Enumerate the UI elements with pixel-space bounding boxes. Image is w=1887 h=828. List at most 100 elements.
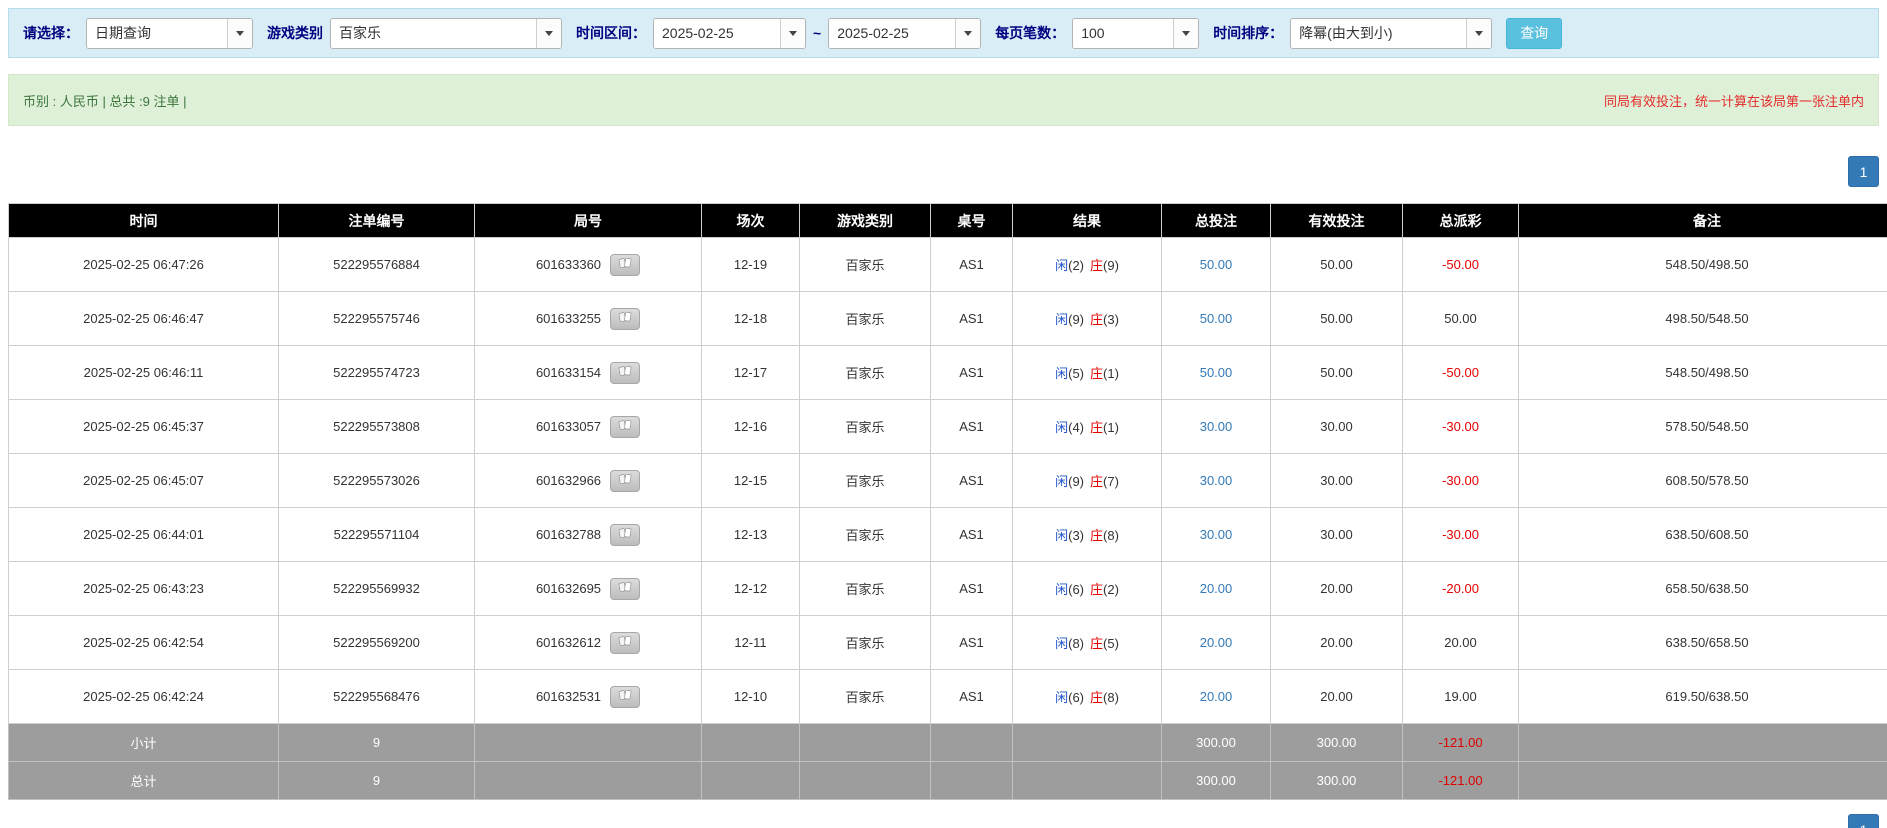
total-bet-link[interactable]: 30.00: [1200, 419, 1233, 434]
time-sort-input[interactable]: [1291, 19, 1466, 48]
cell-total-bet: 30.00: [1162, 508, 1271, 562]
round-number: 601633154: [536, 365, 601, 380]
result-player: 闲(4): [1055, 420, 1084, 435]
cell-round: 601633255: [475, 292, 702, 346]
cell-table-number: AS1: [931, 562, 1013, 616]
query-type-dropdown-button[interactable]: [227, 19, 252, 48]
cell-valid-bet: 20.00: [1271, 616, 1403, 670]
view-cards-button[interactable]: [610, 362, 640, 384]
cell-bet-id: 522295568476: [279, 670, 475, 724]
cards-icon: [617, 473, 633, 489]
cell-valid-bet: 30.00: [1271, 454, 1403, 508]
cell-game-category: 百家乐: [800, 508, 931, 562]
result-player: 闲(9): [1055, 474, 1084, 489]
cell-total-payout: -20.00: [1403, 562, 1519, 616]
cell-time: 2025-02-25 06:45:37: [9, 400, 279, 454]
total-bet-link[interactable]: 20.00: [1200, 635, 1233, 650]
game-category-input[interactable]: [331, 19, 536, 48]
cell-valid-bet: 30.00: [1271, 400, 1403, 454]
cell-round: 601632788: [475, 508, 702, 562]
page-1-button[interactable]: 1: [1848, 814, 1879, 828]
cell-session: 12-13: [702, 508, 800, 562]
table-header-row: 时间注单编号局号场次游戏类别桌号结果总投注有效投注总派彩备注: [9, 204, 1887, 238]
total-bet-link[interactable]: 50.00: [1200, 311, 1233, 326]
cell-game-category: 百家乐: [800, 400, 931, 454]
total-bet-link[interactable]: 30.00: [1200, 473, 1233, 488]
cell-total-bet: 30.00: [1162, 454, 1271, 508]
cell-table-number: AS1: [931, 616, 1013, 670]
cell-result: 闲(8)庄(5): [1013, 616, 1162, 670]
per-page-dropdown-button[interactable]: [1173, 19, 1198, 48]
cell-result: 闲(9)庄(3): [1013, 292, 1162, 346]
result-player: 闲(2): [1055, 258, 1084, 273]
date-to-picker: [828, 18, 981, 49]
game-category-dropdown-button[interactable]: [536, 19, 561, 48]
per-page-input[interactable]: [1073, 19, 1173, 48]
date-to-input[interactable]: [829, 19, 955, 48]
per-page-combobox: [1072, 18, 1199, 49]
cell-total-bet: 20.00: [1162, 670, 1271, 724]
cards-icon: [617, 689, 633, 705]
query-type-input[interactable]: [87, 19, 227, 48]
view-cards-button[interactable]: [610, 254, 640, 276]
cell-session: 12-10: [702, 670, 800, 724]
filter-bar: 请选择： 游戏类别 时间区间： ~ 每页笔数： 时间排序： 查询: [8, 8, 1879, 58]
round-number: 601633360: [536, 257, 601, 272]
column-header: 结果: [1013, 204, 1162, 238]
view-cards-button[interactable]: [610, 578, 640, 600]
cell-total-payout: -30.00: [1403, 508, 1519, 562]
cell-total-payout: -50.00: [1403, 346, 1519, 400]
date-from-input[interactable]: [654, 19, 780, 48]
subtotal-cell: 300.00: [1162, 724, 1271, 762]
view-cards-button[interactable]: [610, 524, 640, 546]
view-cards-button[interactable]: [610, 686, 640, 708]
total-bet-link[interactable]: 50.00: [1200, 365, 1233, 380]
subtotal-cell: [1013, 724, 1162, 762]
pagination-bottom: 1: [8, 814, 1879, 828]
per-page-label: 每页笔数：: [995, 23, 1065, 43]
date-to-dropdown-button[interactable]: [955, 19, 980, 48]
column-header: 注单编号: [279, 204, 475, 238]
cell-game-category: 百家乐: [800, 292, 931, 346]
round-number: 601632695: [536, 581, 601, 596]
result-player: 闲(6): [1055, 690, 1084, 705]
column-header: 总派彩: [1403, 204, 1519, 238]
total-cell: -121.00: [1403, 762, 1519, 800]
view-cards-button[interactable]: [610, 308, 640, 330]
cell-session: 12-12: [702, 562, 800, 616]
cell-round: 601632531: [475, 670, 702, 724]
total-bet-link[interactable]: 20.00: [1200, 581, 1233, 596]
bet-record-row: 2025-02-25 06:45:07522295573026601632966…: [9, 454, 1887, 508]
cell-round: 601632966: [475, 454, 702, 508]
view-cards-button[interactable]: [610, 470, 640, 492]
view-cards-button[interactable]: [610, 416, 640, 438]
cell-result: 闲(4) 庄(1): [1013, 400, 1162, 454]
subtotal-cell: [475, 724, 702, 762]
query-button[interactable]: 查询: [1506, 18, 1562, 49]
cell-game-category: 百家乐: [800, 346, 931, 400]
page-1-button[interactable]: 1: [1848, 156, 1879, 187]
result-banker: 庄(1): [1090, 420, 1119, 435]
subtotal-cell: -121.00: [1403, 724, 1519, 762]
cell-time: 2025-02-25 06:45:07: [9, 454, 279, 508]
cell-table-number: AS1: [931, 508, 1013, 562]
date-from-dropdown-button[interactable]: [780, 19, 805, 48]
bet-records-table: 时间注单编号局号场次游戏类别桌号结果总投注有效投注总派彩备注 2025-02-2…: [8, 203, 1887, 800]
view-cards-button[interactable]: [610, 632, 640, 654]
total-cell: 300.00: [1162, 762, 1271, 800]
round-number: 601633057: [536, 419, 601, 434]
total-cell: [931, 762, 1013, 800]
chevron-down-icon: [1475, 31, 1483, 36]
result-banker: 庄(2): [1090, 582, 1119, 597]
bet-record-row: 2025-02-25 06:42:54522295569200601632612…: [9, 616, 1887, 670]
cell-total-bet: 50.00: [1162, 346, 1271, 400]
pagination-top: 1: [8, 156, 1879, 187]
time-sort-dropdown-button[interactable]: [1466, 19, 1491, 48]
total-bet-link[interactable]: 30.00: [1200, 527, 1233, 542]
cell-total-bet: 20.00: [1162, 616, 1271, 670]
bet-record-row: 2025-02-25 06:46:11522295574723601633154…: [9, 346, 1887, 400]
total-bet-link[interactable]: 50.00: [1200, 257, 1233, 272]
cell-time: 2025-02-25 06:43:23: [9, 562, 279, 616]
currency-total-text: 币别 : 人民币 | 总共 :9 注单 |: [23, 91, 187, 110]
total-bet-link[interactable]: 20.00: [1200, 689, 1233, 704]
